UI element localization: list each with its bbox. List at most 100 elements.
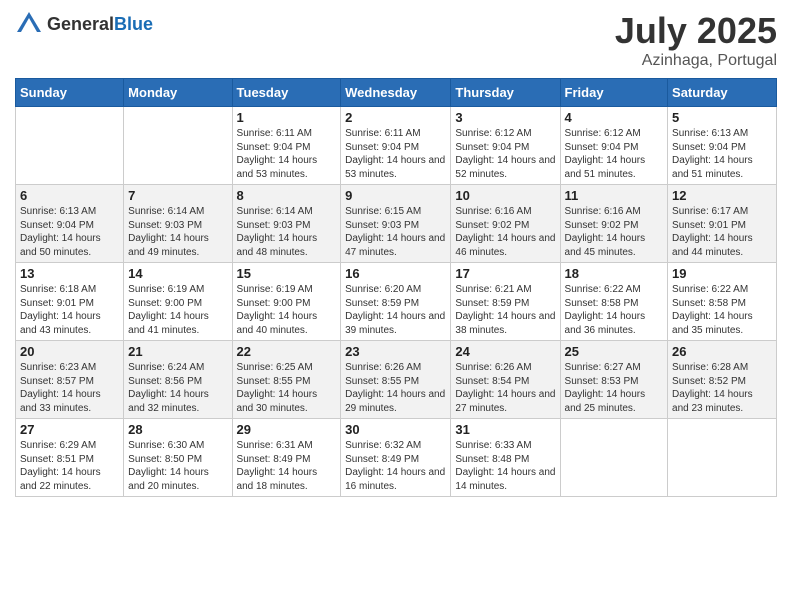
title-section: July 2025 Azinhaga, Portugal [615,10,777,70]
day-number: 11 [565,188,664,203]
calendar-cell [16,107,124,185]
logo-blue-text: Blue [114,14,153,34]
day-number: 10 [455,188,555,203]
calendar-cell [560,419,668,497]
day-info: Sunrise: 6:33 AM Sunset: 8:48 PM Dayligh… [455,439,555,493]
day-info: Sunrise: 6:15 AM Sunset: 9:03 PM Dayligh… [345,205,446,259]
calendar-cell: 10 Sunrise: 6:16 AM Sunset: 9:02 PM Dayli… [451,185,560,263]
day-number: 7 [128,188,227,203]
day-info: Sunrise: 6:19 AM Sunset: 9:00 PM Dayligh… [128,283,227,337]
day-info: Sunrise: 6:11 AM Sunset: 9:04 PM Dayligh… [345,127,446,181]
location-title: Azinhaga, Portugal [615,52,777,70]
day-info: Sunrise: 6:22 AM Sunset: 8:58 PM Dayligh… [565,283,664,337]
day-number: 28 [128,422,227,437]
calendar-cell: 5Sunrise: 6:13 AM Sunset: 9:04 PM Daylig… [668,107,777,185]
day-info: Sunrise: 6:18 AM Sunset: 9:01 PM Dayligh… [20,283,119,337]
day-number: 9 [345,188,446,203]
day-number: 29 [237,422,337,437]
calendar-cell: 30 Sunrise: 6:32 AM Sunset: 8:49 PM Dayli… [341,419,451,497]
day-info: Sunrise: 6:31 AM Sunset: 8:49 PM Dayligh… [237,439,337,493]
calendar-cell: 29 Sunrise: 6:31 AM Sunset: 8:49 PM Dayli… [232,419,341,497]
logo-general-text: General [47,14,114,34]
day-info: Sunrise: 6:13 AM Sunset: 9:04 PM Dayligh… [672,127,772,181]
day-number: 21 [128,344,227,359]
calendar-cell: 9 Sunrise: 6:15 AM Sunset: 9:03 PM Daylig… [341,185,451,263]
day-number: 3 [455,110,555,125]
calendar-cell: 1 Sunrise: 6:11 AM Sunset: 9:04 PM Daylig… [232,107,341,185]
calendar-cell: 2 Sunrise: 6:11 AM Sunset: 9:04 PM Daylig… [341,107,451,185]
day-number: 15 [237,266,337,281]
calendar-cell: 15Sunrise: 6:19 AM Sunset: 9:00 PM Dayli… [232,263,341,341]
day-info: Sunrise: 6:24 AM Sunset: 8:56 PM Dayligh… [128,361,227,415]
day-info: Sunrise: 6:17 AM Sunset: 9:01 PM Dayligh… [672,205,772,259]
calendar-cell: 31 Sunrise: 6:33 AM Sunset: 8:48 PM Dayli… [451,419,560,497]
day-info: Sunrise: 6:26 AM Sunset: 8:55 PM Dayligh… [345,361,446,415]
calendar-week-5: 27 Sunrise: 6:29 AM Sunset: 8:51 PM Dayli… [16,419,777,497]
calendar-cell [668,419,777,497]
day-number: 2 [345,110,446,125]
day-number: 23 [345,344,446,359]
calendar-cell: 21 Sunrise: 6:24 AM Sunset: 8:56 PM Dayli… [124,341,232,419]
day-number: 14 [128,266,227,281]
weekday-header-wednesday: Wednesday [341,79,451,107]
day-info: Sunrise: 6:16 AM Sunset: 9:02 PM Dayligh… [455,205,555,259]
day-number: 19 [672,266,772,281]
day-number: 30 [345,422,446,437]
calendar-cell: 14 Sunrise: 6:19 AM Sunset: 9:00 PM Dayli… [124,263,232,341]
day-info: Sunrise: 6:25 AM Sunset: 8:55 PM Dayligh… [237,361,337,415]
day-number: 26 [672,344,772,359]
day-info: Sunrise: 6:21 AM Sunset: 8:59 PM Dayligh… [455,283,555,337]
day-info: Sunrise: 6:29 AM Sunset: 8:51 PM Dayligh… [20,439,119,493]
day-number: 16 [345,266,446,281]
day-info: Sunrise: 6:20 AM Sunset: 8:59 PM Dayligh… [345,283,446,337]
day-info: Sunrise: 6:12 AM Sunset: 9:04 PM Dayligh… [455,127,555,181]
day-number: 24 [455,344,555,359]
logo-icon [15,10,43,38]
weekday-header-friday: Friday [560,79,668,107]
calendar-cell: 19 Sunrise: 6:22 AM Sunset: 8:58 PM Dayli… [668,263,777,341]
day-number: 4 [565,110,664,125]
day-info: Sunrise: 6:12 AM Sunset: 9:04 PM Dayligh… [565,127,664,181]
calendar-cell [124,107,232,185]
weekday-header-tuesday: Tuesday [232,79,341,107]
day-number: 8 [237,188,337,203]
day-info: Sunrise: 6:16 AM Sunset: 9:02 PM Dayligh… [565,205,664,259]
weekday-header-sunday: Sunday [16,79,124,107]
calendar-cell: 24Sunrise: 6:26 AM Sunset: 8:54 PM Dayli… [451,341,560,419]
day-info: Sunrise: 6:11 AM Sunset: 9:04 PM Dayligh… [237,127,337,181]
calendar-cell: 17 Sunrise: 6:21 AM Sunset: 8:59 PM Dayli… [451,263,560,341]
day-info: Sunrise: 6:14 AM Sunset: 9:03 PM Dayligh… [128,205,227,259]
calendar-table: SundayMondayTuesdayWednesdayThursdayFrid… [15,78,777,497]
day-info: Sunrise: 6:22 AM Sunset: 8:58 PM Dayligh… [672,283,772,337]
calendar-cell: 27 Sunrise: 6:29 AM Sunset: 8:51 PM Dayli… [16,419,124,497]
calendar-cell: 26 Sunrise: 6:28 AM Sunset: 8:52 PM Dayli… [668,341,777,419]
day-info: Sunrise: 6:27 AM Sunset: 8:53 PM Dayligh… [565,361,664,415]
weekday-header-thursday: Thursday [451,79,560,107]
logo: GeneralBlue [15,10,153,38]
calendar-cell: 13 Sunrise: 6:18 AM Sunset: 9:01 PM Dayli… [16,263,124,341]
day-number: 13 [20,266,119,281]
day-info: Sunrise: 6:13 AM Sunset: 9:04 PM Dayligh… [20,205,119,259]
calendar-cell: 8Sunrise: 6:14 AM Sunset: 9:03 PM Daylig… [232,185,341,263]
calendar-cell: 3 Sunrise: 6:12 AM Sunset: 9:04 PM Daylig… [451,107,560,185]
weekday-header-saturday: Saturday [668,79,777,107]
day-number: 27 [20,422,119,437]
calendar-week-3: 13 Sunrise: 6:18 AM Sunset: 9:01 PM Dayli… [16,263,777,341]
weekday-header-monday: Monday [124,79,232,107]
calendar-cell: 28Sunrise: 6:30 AM Sunset: 8:50 PM Dayli… [124,419,232,497]
day-number: 18 [565,266,664,281]
calendar-cell: 23 Sunrise: 6:26 AM Sunset: 8:55 PM Dayli… [341,341,451,419]
calendar-week-2: 6 Sunrise: 6:13 AM Sunset: 9:04 PM Daylig… [16,185,777,263]
day-number: 20 [20,344,119,359]
day-number: 1 [237,110,337,125]
day-info: Sunrise: 6:28 AM Sunset: 8:52 PM Dayligh… [672,361,772,415]
calendar-cell: 22Sunrise: 6:25 AM Sunset: 8:55 PM Dayli… [232,341,341,419]
day-number: 17 [455,266,555,281]
calendar-cell: 7 Sunrise: 6:14 AM Sunset: 9:03 PM Daylig… [124,185,232,263]
month-title: July 2025 [615,10,777,52]
day-number: 31 [455,422,555,437]
day-info: Sunrise: 6:32 AM Sunset: 8:49 PM Dayligh… [345,439,446,493]
calendar-week-1: 1 Sunrise: 6:11 AM Sunset: 9:04 PM Daylig… [16,107,777,185]
calendar-cell: 6 Sunrise: 6:13 AM Sunset: 9:04 PM Daylig… [16,185,124,263]
day-number: 6 [20,188,119,203]
